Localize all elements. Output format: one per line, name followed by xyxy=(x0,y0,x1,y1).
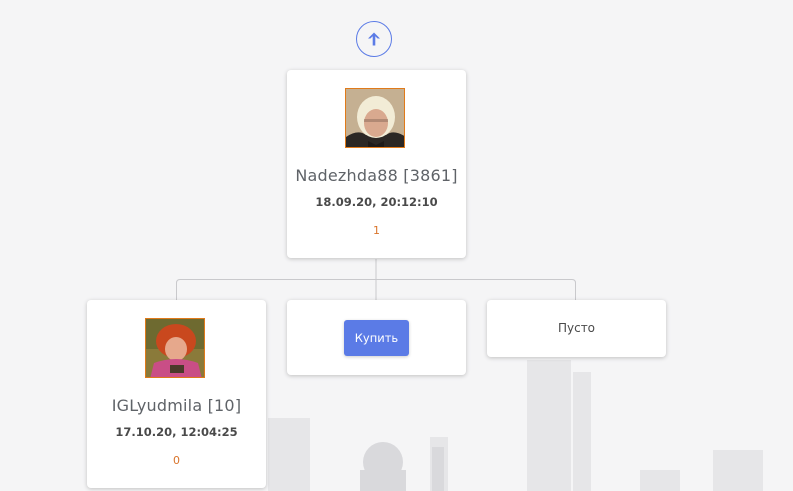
arrow-up-icon xyxy=(368,32,380,46)
buy-slot-card: Купить xyxy=(287,300,466,375)
referral-count: 1 xyxy=(373,224,380,237)
avatar xyxy=(345,88,405,148)
username: Nadezhda88 [3861] xyxy=(295,166,458,185)
registration-datetime: 18.09.20, 20:12:10 xyxy=(315,195,438,209)
empty-slot-label: Пусто xyxy=(557,321,596,335)
avatar xyxy=(145,318,205,378)
buy-button[interactable]: Купить xyxy=(344,320,409,356)
child-user-card[interactable]: IGLyudmila [10] 17.10.20, 12:04:25 0 xyxy=(87,300,266,488)
referral-count: 0 xyxy=(173,454,180,467)
registration-datetime: 17.10.20, 12:04:25 xyxy=(115,425,238,439)
username: IGLyudmila [10] xyxy=(111,396,242,415)
navigate-up-button[interactable] xyxy=(356,21,392,57)
empty-slot-card: Пусто xyxy=(487,300,666,357)
root-user-card[interactable]: Nadezhda88 [3861] 18.09.20, 20:12:10 1 xyxy=(287,70,466,258)
